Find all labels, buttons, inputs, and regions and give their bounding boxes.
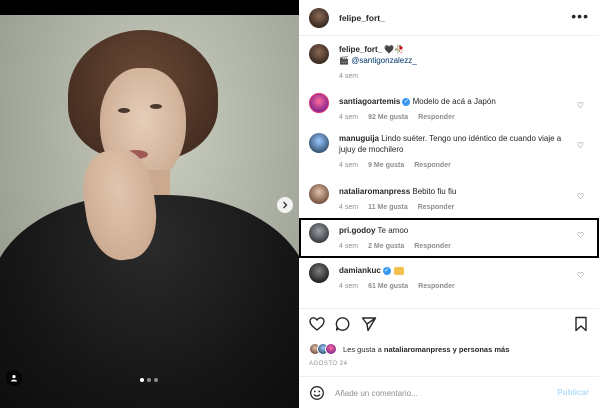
- heart-icon[interactable]: ♡: [577, 101, 584, 110]
- comment-item: manuguija Lindo suéter. Tengo uno idénti…: [309, 133, 594, 181]
- comment-likes[interactable]: 9 Me gusta: [368, 160, 404, 171]
- comment-time[interactable]: 4 sem: [339, 202, 358, 213]
- comment-time[interactable]: 4 sem: [339, 160, 358, 171]
- caption: felipe_fort_ 🖤🥀 🎬 @santigonzalezz_ 4 sem: [309, 44, 594, 82]
- share-icon[interactable]: [361, 316, 377, 332]
- comment-text: santiagoartemis ✓ Modelo de acá a Japón 4…: [339, 93, 579, 133]
- comment-meta: 4 sem 11 Me gusta Responder: [339, 202, 579, 213]
- comment-username[interactable]: damiankuc: [339, 266, 381, 275]
- highlight-box: [299, 218, 599, 258]
- carousel-dot: [154, 378, 158, 382]
- caption-text: felipe_fort_ 🖤🥀 🎬 @santigonzalezz_ 4 sem: [339, 44, 579, 82]
- comment-icon[interactable]: [335, 316, 351, 332]
- heart-icon[interactable]: ♡: [577, 271, 584, 280]
- comment-meta: 4 sem 92 Me gusta Responder: [339, 112, 579, 123]
- comment-likes[interactable]: 61 Me gusta: [368, 281, 408, 292]
- heart-icon[interactable]: ♡: [577, 141, 584, 150]
- caption-time[interactable]: 4 sem: [339, 71, 358, 82]
- carousel-dots: [140, 378, 158, 382]
- likes-text: Les gusta a nataliaromanpress y personas…: [343, 345, 509, 354]
- photo-subject-eye: [118, 108, 130, 113]
- bookmark-icon[interactable]: [573, 316, 589, 332]
- clapper-emoji: 🎬: [339, 56, 349, 65]
- reply-button[interactable]: Responder: [418, 112, 455, 123]
- comments-list[interactable]: felipe_fort_ 🖤🥀 🎬 @santigonzalezz_ 4 sem: [299, 36, 599, 308]
- comment-text: nataliaromanpress Bebito fiu fiu 4 sem 1…: [339, 184, 579, 220]
- comment-body: Bebito fiu fiu: [412, 187, 457, 196]
- comment-item: damiankuc ✓ 4 sem 61 Me gusta Responder ♡: [309, 263, 594, 299]
- photo-subject-eye: [150, 104, 162, 109]
- comment-input[interactable]: [335, 388, 535, 398]
- comment-item: santiagoartemis ✓ Modelo de acá a Japón 4…: [309, 93, 594, 133]
- comment-avatar[interactable]: [309, 93, 329, 113]
- comment-avatar[interactable]: [309, 263, 329, 283]
- comment-username[interactable]: santiagoartemis: [339, 97, 400, 106]
- caption-emoji: 🖤🥀: [384, 45, 405, 54]
- comment-likes[interactable]: 11 Me gusta: [368, 202, 408, 213]
- comment-username[interactable]: manuguija: [339, 134, 379, 143]
- post-date[interactable]: AGOSTO 24: [309, 361, 347, 367]
- caption-meta: 4 sem: [339, 71, 579, 82]
- comment-avatar[interactable]: [309, 133, 329, 153]
- likes-user[interactable]: nataliaromanpress: [384, 345, 451, 354]
- heart-icon[interactable]: [309, 316, 325, 332]
- post-actions: Les gusta a nataliaromanpress y personas…: [299, 308, 599, 408]
- comment-composer: Publicar: [299, 376, 599, 409]
- likes-suffix[interactable]: y personas más: [453, 345, 510, 354]
- comment-item: nataliaromanpress Bebito fiu fiu 4 sem 1…: [309, 184, 594, 220]
- likes-prefix: Les gusta a: [343, 344, 382, 354]
- heart-icon[interactable]: ♡: [577, 192, 584, 201]
- author-avatar[interactable]: [309, 7, 329, 28]
- carousel-dot: [147, 378, 151, 382]
- reply-button[interactable]: Responder: [418, 202, 455, 213]
- author-username[interactable]: felipe_fort_: [339, 13, 385, 23]
- caption-username[interactable]: felipe_fort_: [339, 45, 382, 54]
- clap-emoji-icon: [393, 266, 404, 275]
- publish-button[interactable]: Publicar: [557, 388, 589, 397]
- carousel-dot: [140, 378, 144, 382]
- comment-time[interactable]: 4 sem: [339, 112, 358, 123]
- comment-likes[interactable]: 92 Me gusta: [368, 112, 408, 123]
- post-photo[interactable]: [0, 0, 299, 408]
- action-icons: [309, 316, 377, 332]
- comment-username[interactable]: nataliaromanpress: [339, 187, 410, 196]
- caption-avatar[interactable]: [309, 44, 329, 64]
- comment-body: Modelo de acá a Japón: [412, 97, 496, 106]
- post-modal: felipe_fort_ ••• felipe_fort_ 🖤🥀 🎬 @sant…: [0, 0, 599, 408]
- comment-meta: 4 sem 9 Me gusta Responder: [339, 160, 579, 171]
- emoji-icon[interactable]: [309, 385, 325, 401]
- caption-mention[interactable]: @santigonzalezz_: [351, 56, 417, 65]
- liker-avatar[interactable]: [325, 343, 337, 355]
- likes-summary: Les gusta a nataliaromanpress y personas…: [309, 343, 509, 355]
- more-horizontal-icon[interactable]: •••: [571, 8, 589, 24]
- comment-meta: 4 sem 61 Me gusta Responder: [339, 281, 579, 292]
- reply-button[interactable]: Responder: [414, 160, 451, 171]
- comment-avatar[interactable]: [309, 184, 329, 204]
- comment-text: manuguija Lindo suéter. Tengo uno idénti…: [339, 133, 579, 181]
- chevron-right-icon[interactable]: [277, 197, 293, 213]
- comment-text: damiankuc ✓ 4 sem 61 Me gusta Responder: [339, 263, 579, 299]
- verified-icon: ✓: [382, 266, 391, 275]
- verified-icon: ✓: [402, 97, 411, 106]
- comment-time[interactable]: 4 sem: [339, 281, 358, 292]
- post-side-panel: felipe_fort_ ••• felipe_fort_ 🖤🥀 🎬 @sant…: [299, 0, 599, 408]
- reply-button[interactable]: Responder: [418, 281, 455, 292]
- post-header: felipe_fort_ •••: [299, 0, 599, 36]
- user-tag-icon[interactable]: [6, 370, 22, 386]
